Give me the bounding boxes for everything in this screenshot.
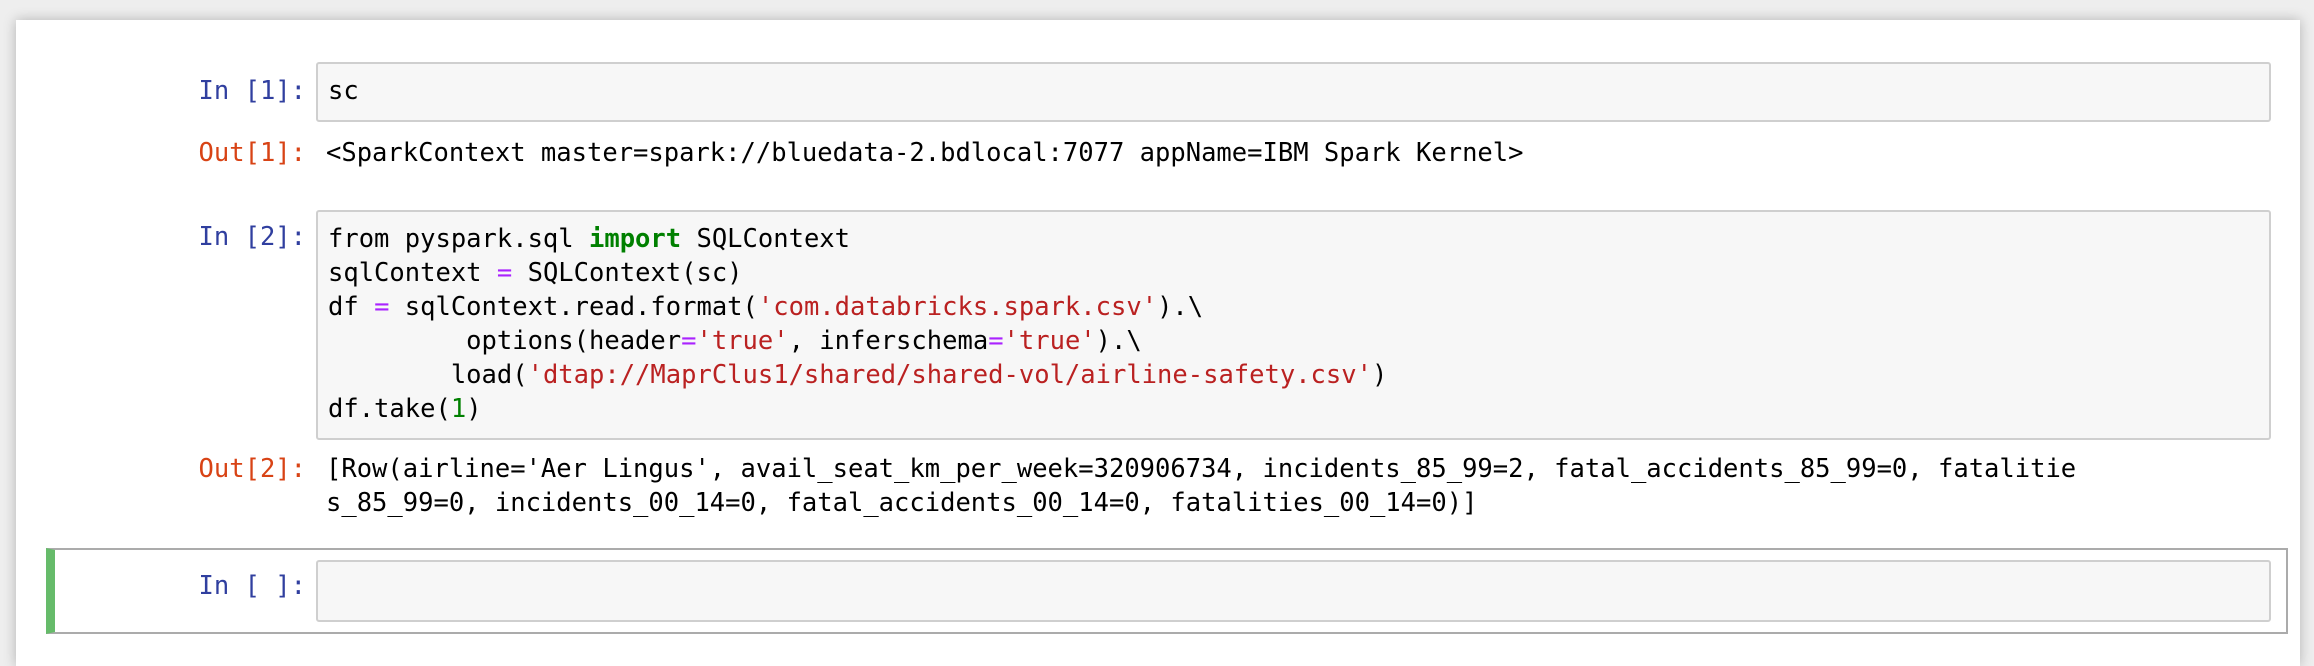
output-text-1: <SparkContext master=spark://bluedata-2.…	[326, 138, 1524, 168]
code-cell-2[interactable]: In [2]: from pyspark.sql import SQLConte…	[46, 210, 2288, 440]
output-cell-2: Out[2]: [Row(airline='Aer Lingus', avail…	[46, 452, 2288, 532]
code-input-3[interactable]	[316, 560, 2271, 622]
output-cell-1: Out[1]: <SparkContext master=spark://blu…	[46, 136, 2288, 176]
output-prompt-2: Out[2]:	[198, 454, 306, 484]
code-cell-1[interactable]: In [1]: sc	[46, 62, 2288, 122]
notebook-container: In [1]: sc Out[1]: <SparkContext master=…	[16, 20, 2300, 666]
output-text-2-line-2: s_85_99=0, incidents_00_14=0, fatal_acci…	[326, 488, 1478, 518]
code-line: load('dtap://MaprClus1/shared/shared-vol…	[328, 360, 1388, 390]
code-line: sc	[328, 76, 359, 106]
selected-cell-3[interactable]: In [ ]:	[46, 548, 2288, 634]
output-text-2-line-1: [Row(airline='Aer Lingus', avail_seat_km…	[326, 454, 2077, 484]
code-input-1[interactable]: sc	[316, 62, 2271, 122]
input-prompt-1: In [1]:	[198, 76, 306, 106]
code-line: from pyspark.sql import SQLContext	[328, 224, 851, 254]
input-prompt-3: In [ ]:	[198, 571, 306, 601]
code-input-2[interactable]: from pyspark.sql import SQLContext sqlCo…	[316, 210, 2271, 440]
code-line: df = sqlContext.read.format('com.databri…	[328, 292, 1204, 322]
input-prompt-2: In [2]:	[198, 222, 306, 252]
output-prompt-1: Out[1]:	[198, 138, 306, 168]
code-line: df.take(1)	[328, 394, 482, 424]
code-line: options(header='true', inferschema='true…	[328, 326, 1142, 356]
code-line: sqlContext = SQLContext(sc)	[328, 258, 743, 288]
